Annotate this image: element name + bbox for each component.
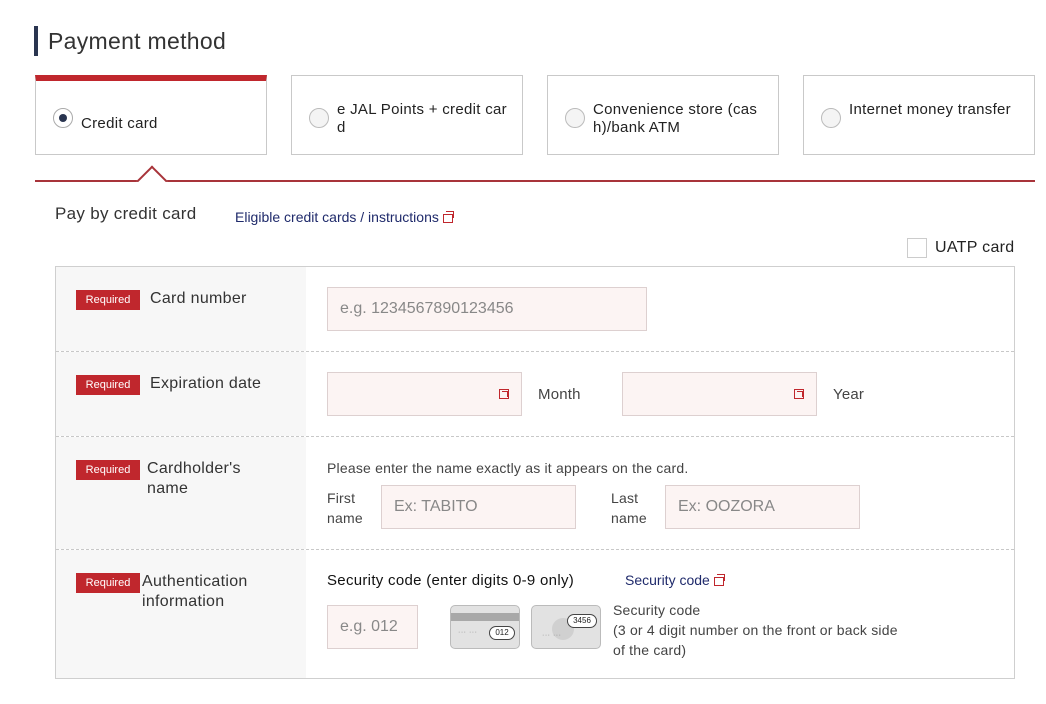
year-label: Year [833, 386, 865, 403]
tab-convenience-store[interactable]: Convenience store (cash)/bank ATM [547, 75, 779, 155]
tab-label: Credit card [81, 115, 158, 132]
tab-credit-card[interactable]: Credit card [35, 75, 267, 155]
credit-card-form: Required Card number Required Expiration… [55, 266, 1015, 679]
security-code-input[interactable] [327, 605, 418, 649]
security-help-text: (3 or 4 digit number on the front or bac… [613, 622, 898, 658]
last-name-input[interactable] [665, 485, 860, 529]
card-back-image: ··· ··· 012 [450, 605, 520, 649]
authentication-row: Required Authentication information Secu… [56, 550, 1014, 678]
first-name-input[interactable] [381, 485, 576, 529]
radio-credit-card[interactable] [53, 108, 73, 128]
required-badge: Required [76, 573, 140, 593]
required-badge: Required [76, 290, 140, 310]
radio-internet-transfer[interactable] [821, 108, 841, 128]
external-link-icon [713, 574, 725, 586]
payment-method-tabs: Credit card e JAL Points + credit card C… [35, 75, 1035, 155]
card-dots: ··· ··· [542, 632, 562, 639]
security-code-link[interactable]: Security code [625, 572, 725, 588]
card-number-input[interactable] [327, 287, 647, 331]
expiration-month-select[interactable] [327, 372, 522, 416]
security-code-title: Security code (enter digits 0-9 only) [327, 572, 575, 589]
popup-icon [499, 389, 509, 399]
uatp-card-option[interactable]: UATP card [907, 238, 1014, 258]
uatp-label: UATP card [935, 239, 1015, 256]
card-back-code: 012 [489, 626, 515, 640]
tab-label: Internet money transfer [849, 101, 1011, 118]
popup-icon [794, 389, 804, 399]
required-badge: Required [76, 375, 140, 395]
external-link-icon [442, 211, 454, 223]
eligible-cards-link-text: Eligible credit cards / instructions [235, 209, 439, 225]
cardholder-note: Please enter the name exactly as it appe… [327, 460, 689, 476]
eligible-cards-link[interactable]: Eligible credit cards / instructions [235, 209, 454, 225]
expiration-year-select[interactable] [622, 372, 817, 416]
tab-label: e JAL Points + credit card [337, 101, 507, 136]
page-title: Payment method [34, 26, 226, 56]
cardholder-name-label: Cardholder's name [147, 460, 241, 497]
cardholder-name-row: Required Cardholder's name Please enter … [56, 437, 1014, 550]
tab-label: Convenience store (cash)/bank ATM [593, 101, 758, 136]
card-number-row: Required Card number [56, 267, 1014, 352]
last-name-label: Last name [611, 490, 647, 526]
card-front-code: 3456 [567, 614, 597, 628]
required-badge: Required [76, 460, 140, 480]
expiration-date-label: Expiration date [150, 375, 262, 392]
security-help-title: Security code [613, 602, 701, 618]
pay-by-credit-card-title: Pay by credit card [55, 204, 197, 223]
card-front-image: ··· ··· 3456 [531, 605, 601, 649]
radio-convenience-store[interactable] [565, 108, 585, 128]
tab-jal-points-credit-card[interactable]: e JAL Points + credit card [291, 75, 523, 155]
security-code-link-text: Security code [625, 572, 710, 588]
expiration-date-row: Required Expiration date Month Year [56, 352, 1014, 437]
tab-divider [35, 180, 1035, 182]
month-label: Month [538, 386, 581, 403]
radio-jal-points[interactable] [309, 108, 329, 128]
card-dots: ··· ··· [458, 629, 478, 636]
authentication-label: Authentication information [142, 573, 248, 610]
tab-internet-money-transfer[interactable]: Internet money transfer [803, 75, 1035, 155]
card-number-label: Card number [150, 290, 247, 307]
first-name-label: First name [327, 490, 363, 526]
uatp-checkbox[interactable] [907, 238, 927, 258]
